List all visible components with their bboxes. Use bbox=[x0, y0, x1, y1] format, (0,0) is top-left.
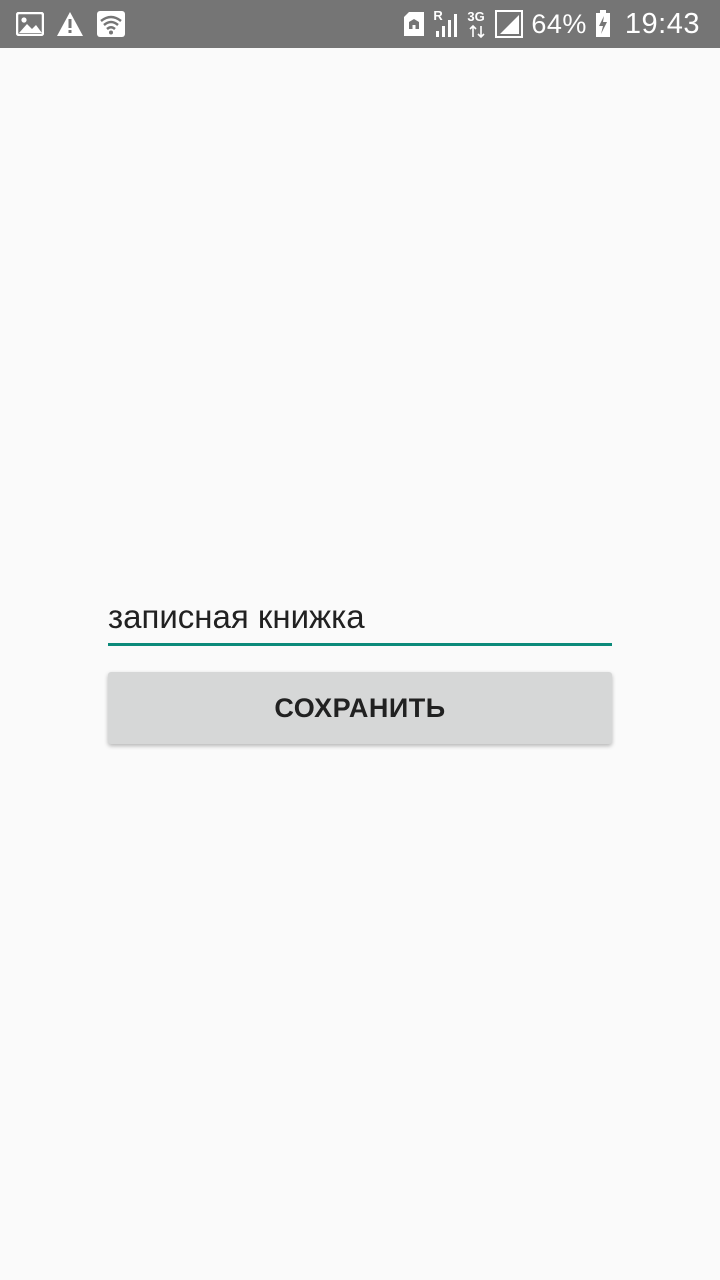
3g-data-icon: 3G bbox=[467, 9, 487, 39]
clock-time: 19:43 bbox=[624, 7, 700, 40]
save-form: СОХРАНИТЬ bbox=[108, 590, 612, 744]
status-bar: R 3G 64% 19:43 bbox=[0, 0, 720, 48]
save-button[interactable]: СОХРАНИТЬ bbox=[108, 672, 612, 744]
battery-charging-icon bbox=[595, 10, 611, 38]
notification-icons bbox=[16, 10, 126, 38]
signal-icon bbox=[495, 10, 524, 38]
sd-card-icon bbox=[403, 11, 425, 37]
image-icon bbox=[16, 12, 44, 36]
wifi-icon bbox=[96, 10, 126, 38]
notebook-name-input[interactable] bbox=[108, 590, 612, 646]
system-icons: R 3G 64% 19:43 bbox=[403, 0, 700, 48]
battery-percent: 64% bbox=[531, 8, 587, 39]
roaming-label: R bbox=[433, 8, 443, 23]
roaming-signal-icon: R bbox=[433, 9, 459, 39]
network-label: 3G bbox=[467, 9, 485, 24]
warning-icon bbox=[56, 11, 84, 37]
